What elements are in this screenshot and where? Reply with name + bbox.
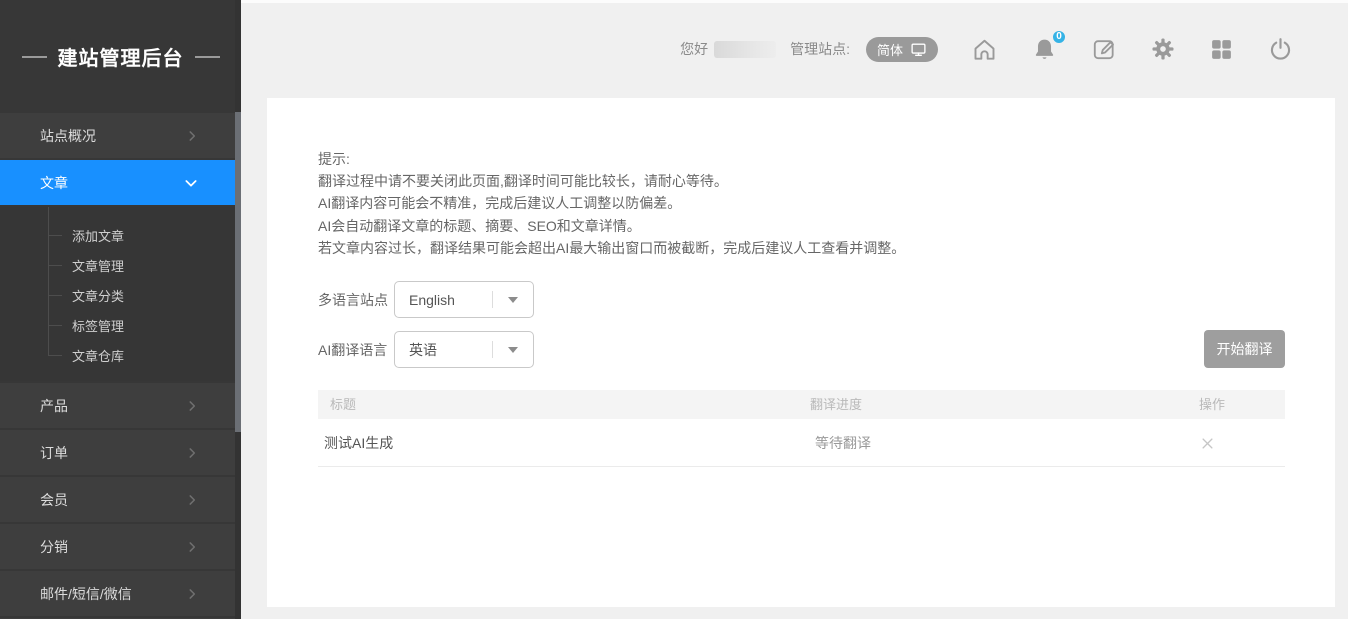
sidebar-item-members[interactable]: 会员 <box>0 477 241 522</box>
sidebar-item-site-overview[interactable]: 站点概况 <box>0 113 241 158</box>
sidebar-scrollbar-thumb[interactable] <box>235 112 241 432</box>
row-progress: 等待翻译 <box>815 419 871 467</box>
greeting-group: 您好 管理站点: 简体 <box>680 37 938 62</box>
tips-block: 提示: 翻译过程中请不要关闭此页面,翻译时间可能比较长，请耐心等待。 AI翻译内… <box>318 148 905 259</box>
translation-panel: 提示: 翻译过程中请不要关闭此页面,翻译时间可能比较长，请耐心等待。 AI翻译内… <box>267 98 1335 607</box>
submenu-item-label: 文章分类 <box>72 286 124 305</box>
chevron-right-icon <box>185 540 199 554</box>
multilang-site-select[interactable]: English <box>394 281 534 318</box>
submenu-item-label: 文章仓库 <box>72 346 124 365</box>
sidebar-item-distribution[interactable]: 分销 <box>0 524 241 569</box>
tips-line: 翻译过程中请不要关闭此页面,翻译时间可能比较长，请耐心等待。 <box>318 170 905 192</box>
tips-title: 提示: <box>318 148 905 170</box>
ai-language-select[interactable]: 英语 <box>394 331 534 368</box>
submenu-item-label: 添加文章 <box>72 226 124 245</box>
table-header: 标题 翻译进度 操作 <box>318 390 1285 419</box>
submenu-item-tag-manage[interactable]: 标签管理 <box>0 310 241 340</box>
sidebar-item-orders[interactable]: 订单 <box>0 430 241 475</box>
chevron-right-icon <box>185 129 199 143</box>
row-title: 测试AI生成 <box>324 419 393 467</box>
site-language-pill[interactable]: 简体 <box>866 37 938 62</box>
sidebar-item-mail-sms-wechat[interactable]: 邮件/短信/微信 <box>0 571 241 616</box>
chevron-right-icon <box>185 587 199 601</box>
chevron-down-icon <box>493 347 533 353</box>
submenu-item-add-article[interactable]: 添加文章 <box>0 220 241 250</box>
submenu-item-label: 标签管理 <box>72 316 124 335</box>
sidebar-item-label: 文章 <box>40 173 68 193</box>
tips-line: AI会自动翻译文章的标题、摘要、SEO和文章详情。 <box>318 215 905 237</box>
edit-icon <box>1091 36 1117 62</box>
site-language-label: 简体 <box>877 40 903 59</box>
manage-site-label: 管理站点: <box>790 39 850 59</box>
close-icon <box>1200 436 1215 451</box>
grid-icon <box>1209 37 1234 62</box>
chevron-down-icon <box>183 175 199 191</box>
submenu-tick <box>48 325 62 326</box>
logo-dash-right <box>195 56 220 58</box>
ai-language-value: 英语 <box>395 340 492 360</box>
table-row: 测试AI生成 等待翻译 <box>318 419 1285 467</box>
logo-dash-left <box>22 56 47 58</box>
notification-badge: 0 <box>1051 29 1067 45</box>
chevron-right-icon <box>185 399 199 413</box>
col-action: 操作 <box>1199 390 1225 419</box>
home-button[interactable] <box>971 36 998 63</box>
submenu-item-article-category[interactable]: 文章分类 <box>0 280 241 310</box>
sidebar-item-label: 邮件/短信/微信 <box>40 584 132 604</box>
apps-grid-button[interactable] <box>1209 37 1234 62</box>
sidebar-item-label: 产品 <box>40 396 68 416</box>
notifications-button[interactable]: 0 <box>1031 36 1058 63</box>
app-logo: 建站管理后台 <box>0 0 241 113</box>
sidebar-item-label: 站点概况 <box>40 126 96 146</box>
articles-submenu: 添加文章 文章管理 文章分类 标签管理 文章仓库 <box>0 207 241 381</box>
submenu-tick <box>48 295 62 296</box>
chevron-right-icon <box>185 446 199 460</box>
logout-button[interactable] <box>1267 36 1294 63</box>
submenu-tick <box>48 235 62 236</box>
chevron-right-icon <box>185 493 199 507</box>
multilang-site-label: 多语言站点 <box>318 290 388 310</box>
tips-line: 若文章内容过长，翻译结果可能会超出AI最大输出窗口而被截断，完成后建议人工查看并… <box>318 237 905 259</box>
power-icon <box>1267 36 1294 63</box>
app-title: 建站管理后台 <box>58 42 184 71</box>
translation-table: 标题 翻译进度 操作 测试AI生成 等待翻译 <box>318 390 1285 467</box>
sidebar-item-articles[interactable]: 文章 <box>0 160 241 205</box>
submenu-item-article-repository[interactable]: 文章仓库 <box>0 340 241 370</box>
sidebar-item-label: 订单 <box>40 443 68 463</box>
redacted-username <box>714 41 776 58</box>
chevron-down-icon <box>493 297 533 303</box>
home-icon <box>971 36 998 63</box>
sidebar-item-label: 会员 <box>40 490 68 510</box>
submenu-tick <box>48 265 62 266</box>
col-progress: 翻译进度 <box>810 390 862 419</box>
submenu-item-article-manage[interactable]: 文章管理 <box>0 250 241 280</box>
sidebar-item-products[interactable]: 产品 <box>0 383 241 428</box>
multilang-site-value: English <box>395 292 492 308</box>
tips-line: AI翻译内容可能会不精准，完成后建议人工调整以防偏差。 <box>318 192 905 214</box>
greeting-text: 您好 <box>680 39 708 59</box>
sidebar: 建站管理后台 站点概况 文章 添加文章 文章管理 文章分类 标签管理 <box>0 0 241 619</box>
ai-language-label: AI翻译语言 <box>318 340 387 360</box>
topbar: 您好 管理站点: 简体 0 <box>241 0 1348 98</box>
submenu-item-label: 文章管理 <box>72 256 124 275</box>
sidebar-item-label: 分销 <box>40 537 68 557</box>
edit-button[interactable] <box>1091 36 1117 62</box>
col-title: 标题 <box>330 390 356 419</box>
start-translation-button[interactable]: 开始翻译 <box>1204 330 1285 368</box>
monitor-icon <box>910 41 927 58</box>
gear-icon <box>1150 36 1176 62</box>
settings-button[interactable] <box>1150 36 1176 62</box>
submenu-tick <box>48 355 62 356</box>
